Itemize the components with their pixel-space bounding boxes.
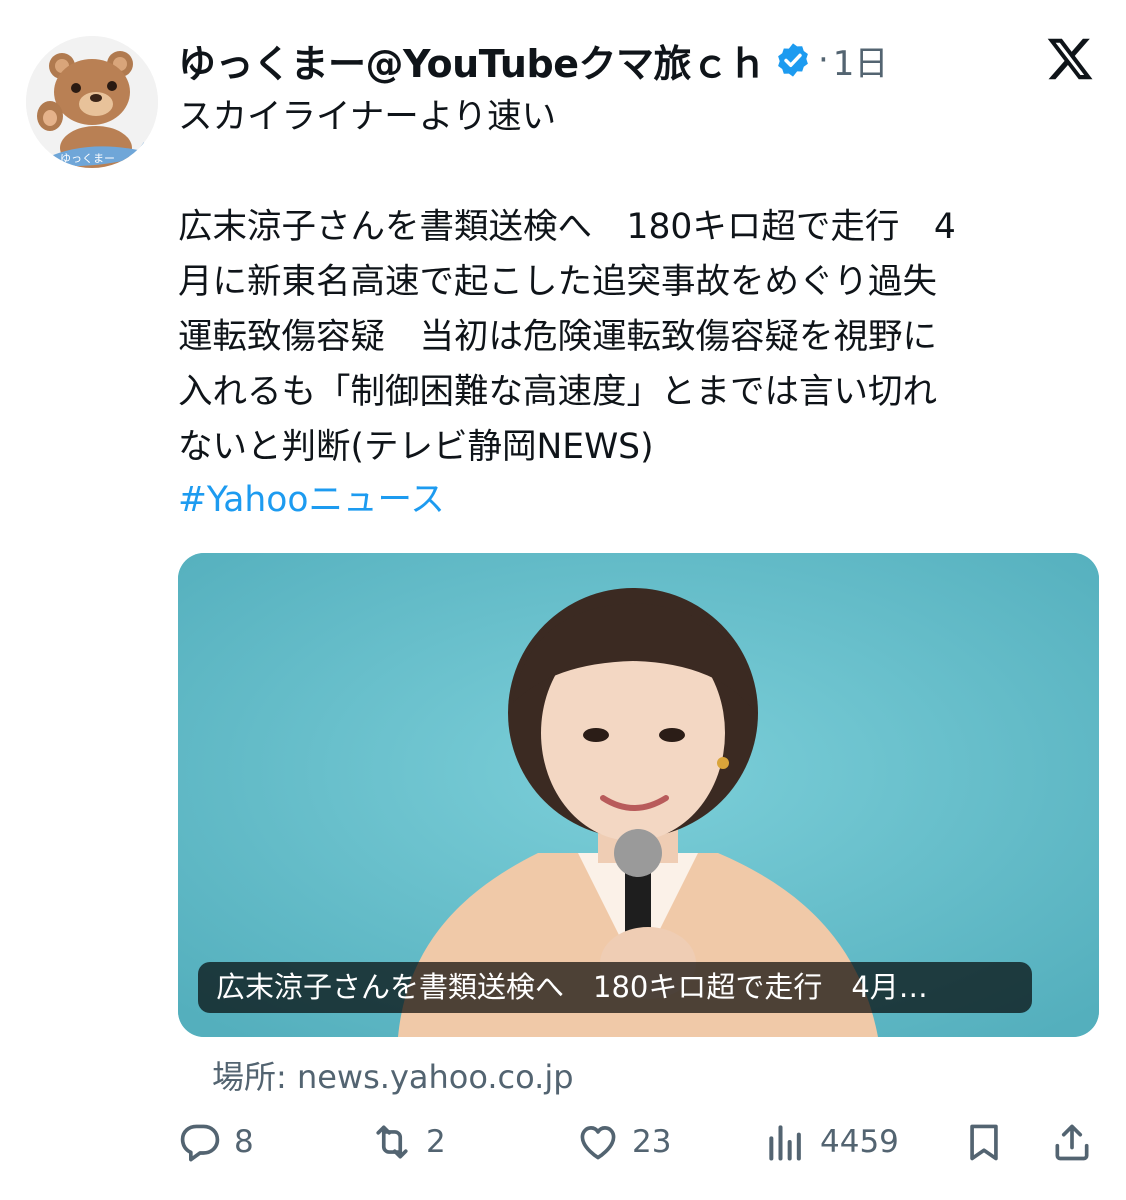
hashtag-link[interactable]: #Yahooニュース: [178, 473, 445, 528]
heart-icon: [580, 1126, 616, 1160]
share-icon: [1055, 1124, 1089, 1161]
like-count: 23: [632, 1124, 672, 1160]
like-button[interactable]: 23: [576, 1112, 671, 1172]
views-chart-icon: [769, 1125, 801, 1161]
link-card[interactable]: 広末涼子さんを書類送検へ 180キロ超で走行 4月…: [178, 553, 1099, 1037]
card-source[interactable]: 場所: news.yahoo.co.jp: [212, 1052, 574, 1098]
x-logo-icon: [1047, 38, 1093, 80]
repost-count: 2: [426, 1124, 446, 1160]
action-bar: 8 2 23 4459: [0, 1112, 1126, 1172]
repost-button[interactable]: 2: [370, 1112, 446, 1172]
avatar-badge-text: ゆっくまー: [60, 152, 115, 165]
reply-count: 8: [234, 1124, 254, 1160]
repost-icon: [376, 1125, 408, 1159]
post-time[interactable]: 1日: [833, 36, 889, 85]
post-header: ゆっくまー@YouTubeクマ旅ｃｈ · 1日: [178, 32, 888, 88]
header-separator: ·: [817, 40, 829, 80]
post: ゆっくまー ゆっくまー@YouTubeクマ旅ｃｈ · 1日 スカイライナーより速…: [0, 0, 1126, 1200]
bear-avatar-image: ゆっくまー: [26, 36, 158, 168]
bookmark-button[interactable]: [962, 1112, 1006, 1172]
bookmark-icon: [970, 1124, 998, 1161]
display-name[interactable]: ゆっくまー@YouTubeクマ旅ｃｈ: [178, 33, 766, 88]
views-count: 4459: [820, 1124, 899, 1160]
share-button[interactable]: [1050, 1112, 1094, 1172]
views-button[interactable]: 4459: [764, 1112, 899, 1172]
post-text: スカイライナーより速い 広末涼子さんを書類送検へ 180キロ超で走行 4 月に新…: [178, 97, 956, 467]
card-caption: 広末涼子さんを書類送検へ 180キロ超で走行 4月…: [198, 962, 1032, 1013]
reply-icon: [180, 1124, 220, 1162]
reply-button[interactable]: 8: [178, 1112, 254, 1172]
verified-badge-icon: [778, 43, 808, 77]
avatar[interactable]: ゆっくまー: [26, 36, 158, 168]
